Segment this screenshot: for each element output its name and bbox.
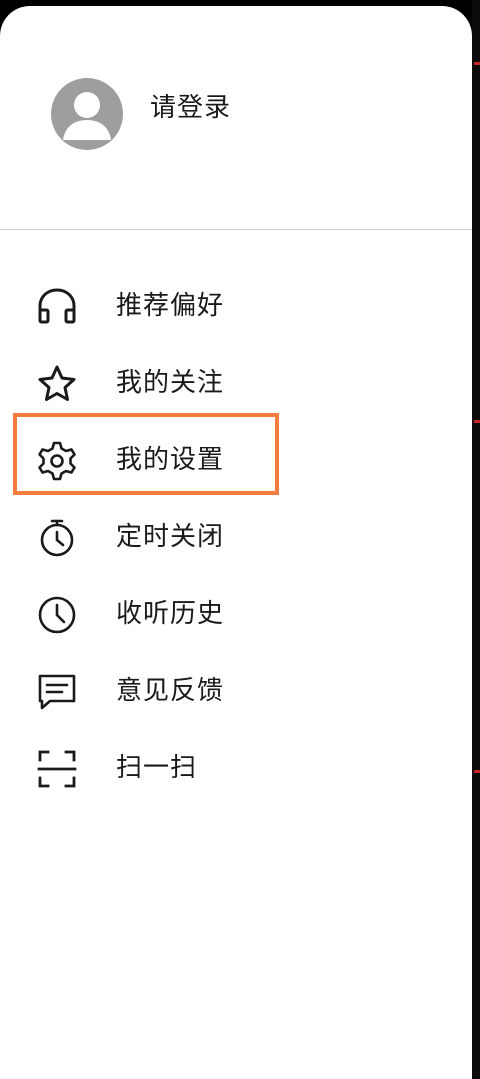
person-avatar-icon xyxy=(63,92,111,140)
menu-item-label: 我的关注 xyxy=(116,368,225,398)
menu-item-sleep-timer[interactable]: 定时关闭 xyxy=(0,499,472,576)
avatar[interactable] xyxy=(51,78,123,150)
gear-icon xyxy=(36,440,78,482)
star-icon xyxy=(36,363,78,405)
menu-item-following[interactable]: 我的关注 xyxy=(0,345,472,422)
login-prompt[interactable]: 请登录 xyxy=(150,92,231,124)
timer-icon xyxy=(36,517,78,559)
menu-item-label: 收听历史 xyxy=(116,599,225,629)
screen: 请登录 推荐偏好 我的关注 我的设置 定时关闭 收听历史 意见反馈 扫一扫 xyxy=(0,0,480,1079)
menu-item-label: 我的设置 xyxy=(116,445,225,475)
background-mark xyxy=(474,420,480,423)
menu-item-feedback[interactable]: 意见反馈 xyxy=(0,653,472,730)
profile-header[interactable]: 请登录 xyxy=(0,6,472,230)
divider xyxy=(0,229,472,230)
menu-item-label: 定时关闭 xyxy=(116,522,225,552)
menu-item-settings[interactable]: 我的设置 xyxy=(0,422,472,499)
menu-item-label: 意见反馈 xyxy=(116,676,225,706)
background-mark xyxy=(474,62,480,65)
menu-item-history[interactable]: 收听历史 xyxy=(0,576,472,653)
clock-icon xyxy=(36,594,78,636)
chat-icon xyxy=(36,671,78,713)
background-mark xyxy=(474,770,480,773)
menu-item-label: 扫一扫 xyxy=(116,753,198,783)
background-content-edge[interactable] xyxy=(472,0,480,1079)
headphones-icon xyxy=(36,286,78,328)
menu-item-scan[interactable]: 扫一扫 xyxy=(0,730,472,807)
navigation-drawer: 请登录 推荐偏好 我的关注 我的设置 定时关闭 收听历史 意见反馈 扫一扫 xyxy=(0,6,472,1079)
scan-icon xyxy=(36,748,78,790)
drawer-menu: 推荐偏好 我的关注 我的设置 定时关闭 收听历史 意见反馈 扫一扫 xyxy=(0,268,472,807)
menu-item-preferences[interactable]: 推荐偏好 xyxy=(0,268,472,345)
menu-item-label: 推荐偏好 xyxy=(116,291,225,321)
